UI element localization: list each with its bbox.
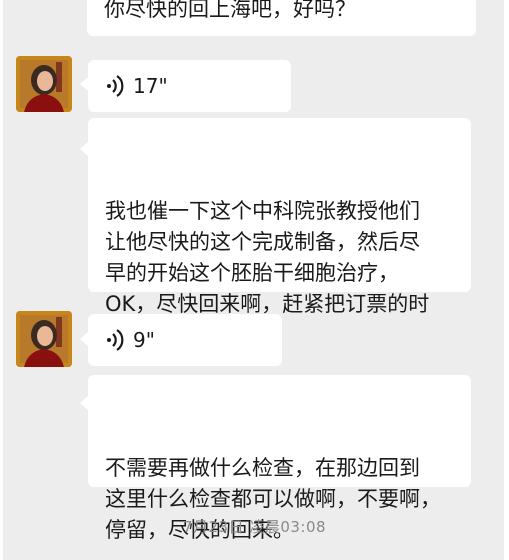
voice-wave-icon: [107, 329, 124, 351]
avatar-photo-icon: [16, 311, 72, 367]
voice-duration: 17": [133, 74, 168, 98]
bubble-tail: [80, 332, 88, 346]
chat-window: 你尽快的回上海吧，好吗？ 17" 我也催一下这个中科院张教授他们 让他尽快的这个…: [0, 0, 509, 560]
message-timestamp: 7月23日 凌晨03:08: [182, 518, 327, 536]
frame-edge-right: [504, 0, 509, 560]
avatar-photo-icon: [16, 56, 72, 112]
avatar[interactable]: [16, 311, 72, 367]
voice-duration: 9": [133, 328, 155, 352]
bubble-tail: [80, 396, 88, 410]
voice-message-bubble[interactable]: 17": [88, 60, 291, 112]
bubble-tail: [80, 77, 88, 91]
voice-wave-icon: [107, 75, 124, 97]
bubble-tail: [80, 142, 88, 156]
voice-message-bubble[interactable]: 9": [88, 314, 282, 366]
frame-edge-left: [0, 0, 3, 560]
text-message-bubble[interactable]: 我也催一下这个中科院张教授他们 让他尽快的这个完成制备，然后尽 早的开始这个胚胎…: [88, 118, 471, 347]
text-message-bubble[interactable]: 不需要再做什么检查，在那边回到 这里什么检查都可以做啊，不要啊， 停留，尽快的回…: [88, 375, 471, 542]
avatar[interactable]: [16, 56, 72, 112]
message-text: 你尽快的回上海吧，好吗？: [104, 0, 356, 21]
text-message-bubble[interactable]: 你尽快的回上海吧，好吗？: [87, 0, 476, 36]
